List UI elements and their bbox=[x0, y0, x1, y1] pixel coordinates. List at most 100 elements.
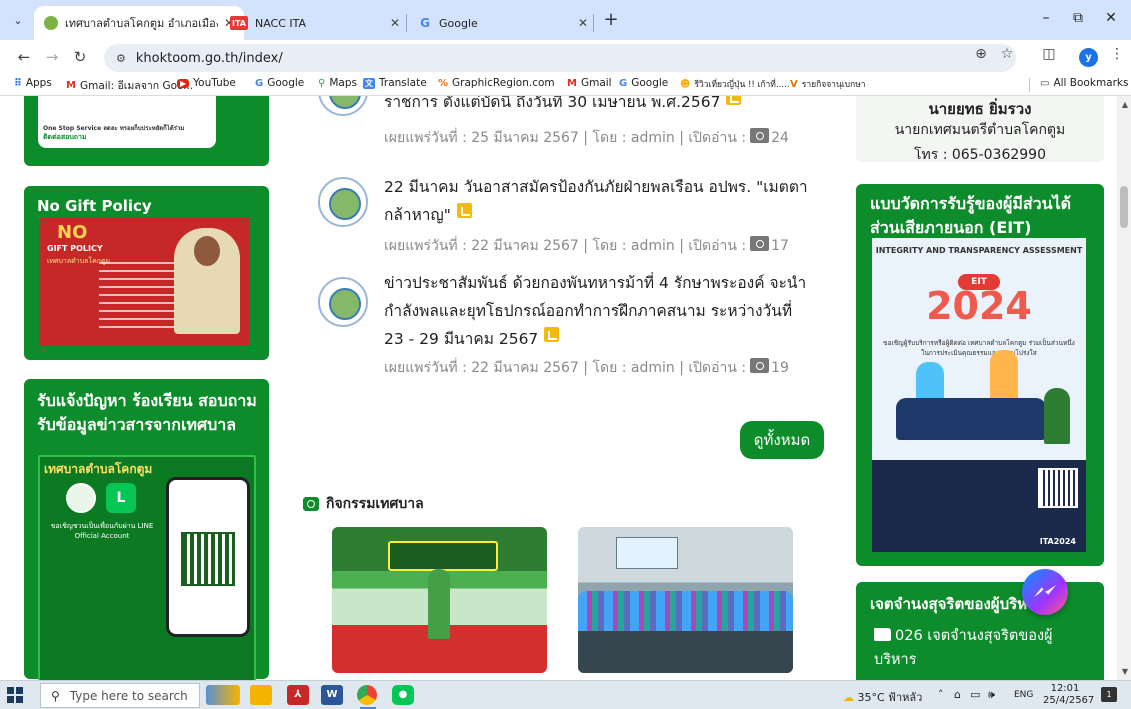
zoom-icon[interactable]: ⊕ bbox=[970, 46, 992, 62]
poster-text-lines bbox=[99, 262, 177, 332]
v-icon: V bbox=[790, 78, 798, 90]
page-scrollbar[interactable]: ▲ ▼ bbox=[1117, 96, 1131, 680]
activity-photo[interactable] bbox=[332, 527, 547, 673]
bookmark-gazette[interactable]: V รายกิจจานุเบกษา bbox=[790, 77, 866, 91]
tab-google[interactable]: G Google ✕ bbox=[408, 6, 598, 40]
clock-date: 25/4/2567 bbox=[1043, 695, 1095, 706]
news-title[interactable]: 22 มีนาคม วันอาสาสมัครป้องกันภัยฝ่ายพลเร… bbox=[384, 173, 814, 229]
hot-news-icon bbox=[456, 203, 472, 218]
tab-search-icon[interactable]: ⌄ bbox=[6, 9, 30, 33]
integrity-intent-link[interactable]: 026 เจตจำนงสุจริตของผู้บริหาร bbox=[874, 624, 1094, 672]
scroll-down-icon[interactable]: ▼ bbox=[1122, 667, 1128, 676]
graphicregion-icon: % bbox=[438, 77, 449, 89]
phone-mockup bbox=[166, 477, 250, 637]
bookmark-maps[interactable]: ⚲ Maps bbox=[318, 77, 357, 89]
bookmark-star-icon[interactable]: ☆ bbox=[996, 46, 1018, 62]
windows-start-icon[interactable] bbox=[7, 687, 23, 703]
scroll-thumb[interactable] bbox=[1120, 186, 1128, 228]
word-icon[interactable]: W bbox=[321, 685, 343, 705]
tab-close-icon[interactable]: ✕ bbox=[578, 16, 588, 30]
google-favicon-icon: G bbox=[420, 16, 430, 30]
weather-widget[interactable]: ☁ 35°C ฟ้าหลัว bbox=[843, 688, 922, 706]
network-icon[interactable]: ⌂ bbox=[954, 688, 961, 701]
bookmark-gmail[interactable]: M Gmail bbox=[567, 77, 612, 89]
maximize-button[interactable]: ⧉ bbox=[1063, 10, 1093, 26]
poster-year: 2024 bbox=[926, 284, 1032, 328]
bookmark-apps[interactable]: ⠿ Apps bbox=[14, 77, 52, 89]
news-widget-icon[interactable] bbox=[206, 685, 240, 705]
profile-avatar[interactable]: y bbox=[1079, 48, 1098, 67]
system-clock[interactable]: 12:01 25/4/2567 bbox=[1043, 683, 1095, 707]
translate-icon: 文 bbox=[363, 77, 375, 89]
windows-taskbar: ⚲ Type here to search ⅄ W ● ☁ 35°C ฟ้าหล… bbox=[0, 680, 1131, 709]
url-text: khoktoom.go.th/index/ bbox=[135, 50, 283, 66]
tab-separator bbox=[593, 14, 594, 32]
google-icon: G bbox=[255, 77, 264, 89]
activity-photo[interactable] bbox=[578, 527, 793, 673]
close-window-button[interactable]: ✕ bbox=[1096, 10, 1126, 26]
site-info-icon[interactable]: ⚙ bbox=[116, 52, 126, 65]
messenger-chat-icon[interactable] bbox=[1022, 569, 1068, 615]
pdf-reader-icon[interactable]: ⅄ bbox=[287, 685, 309, 705]
display-icon[interactable]: ▭ bbox=[970, 688, 980, 701]
news-title[interactable]: ราชการ ตั้งแต่บัดนี้ ถึงวันที่ 30 เมษายน… bbox=[384, 96, 742, 116]
no-gift-policy-poster[interactable]: NO GIFT POLICY เทศบาลตำบลโคกตูม bbox=[39, 218, 250, 346]
camera-icon bbox=[303, 497, 319, 511]
bookmark-gmail-inbox[interactable]: M Gmail: อีเมลจาก Goo... bbox=[66, 77, 193, 94]
poster-no-text: NO bbox=[57, 222, 88, 243]
mayor-info-box: นายยุทธ ยิ่มรวง นายกเทศมนตรีตำบลโคกตูม โ… bbox=[856, 96, 1104, 163]
illustration-plant bbox=[1044, 388, 1070, 444]
browser-menu-icon[interactable]: ⋮ bbox=[1106, 46, 1128, 62]
new-tab-button[interactable]: + bbox=[599, 9, 623, 33]
poster-municipality-title: เทศบาลตำบลโคกตูม bbox=[44, 462, 153, 476]
extensions-icon[interactable]: ◫ bbox=[1038, 46, 1060, 62]
mayor-phone: โทร : 065-0362990 bbox=[913, 147, 1046, 163]
tab-nacc-ita[interactable]: ITA NACC ITA ✕ bbox=[220, 6, 410, 40]
bookmarks-bar: ⠿ Apps M Gmail: อีเมลจาก Goo... ▶ YouTube G… bbox=[0, 74, 1131, 96]
poster-footer-text: ITA2024 bbox=[1039, 537, 1076, 546]
one-stop-service-banner[interactable]: One Stop Service ลดละ ทรอยก็บประหยัดก็ได… bbox=[24, 96, 269, 166]
line-official-poster[interactable]: เทศบาลตำบลโคกตูม L ขอเชิญชวนเป็นเพื่อนกั… bbox=[38, 455, 256, 680]
chrome-icon[interactable] bbox=[357, 685, 377, 709]
taskbar-search-box[interactable]: ⚲ Type here to search bbox=[40, 683, 200, 708]
bookmark-youtube[interactable]: ▶ YouTube bbox=[177, 77, 236, 89]
mayor-portrait bbox=[174, 228, 240, 334]
bookmark-translate[interactable]: 文 Translate bbox=[363, 77, 427, 89]
minimize-button[interactable]: – bbox=[1031, 10, 1061, 26]
emoji-icon: ☻ bbox=[680, 78, 691, 90]
back-icon[interactable]: ← bbox=[14, 47, 34, 67]
tab-title: Google bbox=[439, 16, 478, 30]
line-invite-text: ขอเชิญชวนเป็นเพื่อนกับผ่าน LINE Official… bbox=[50, 522, 154, 540]
ita-2024-poster[interactable]: INTEGRITY AND TRANSPARENCY ASSESSMENT EI… bbox=[872, 238, 1086, 552]
ita-favicon-icon: ITA bbox=[230, 16, 248, 30]
tray-chevron-icon[interactable]: ˄ bbox=[938, 688, 944, 701]
bookmark-google-2[interactable]: G Google bbox=[619, 77, 668, 89]
views-icon bbox=[750, 128, 770, 143]
search-icon: ⚲ bbox=[51, 688, 60, 703]
notification-center-icon[interactable]: 1 bbox=[1101, 687, 1117, 702]
line-app-icon: L bbox=[106, 483, 136, 513]
eit-heading: แบบวัดการรับรู้ของผู้มีส่วนได้ส่วนเสียภา… bbox=[870, 194, 1072, 237]
view-all-button[interactable]: ดูทั้งหมด bbox=[740, 421, 824, 459]
reload-icon[interactable]: ↻ bbox=[70, 47, 90, 67]
scroll-up-icon[interactable]: ▲ bbox=[1122, 100, 1128, 109]
tab-close-icon[interactable]: ✕ bbox=[390, 16, 400, 30]
file-explorer-icon[interactable] bbox=[250, 685, 272, 705]
bookmark-google[interactable]: G Google bbox=[255, 77, 304, 89]
news-title[interactable]: ข่าวประชาสัมพันธ์ ด้วยกองพันทหารม้าที่ 4… bbox=[384, 269, 814, 353]
mayor-position: นายกเทศมนตรีตำบลโคกตูม bbox=[894, 122, 1066, 138]
no-gift-policy-box: No Gift Policy NO GIFT POLICY เทศบาลตำบล… bbox=[24, 186, 269, 360]
language-indicator[interactable]: ENG bbox=[1014, 690, 1033, 700]
tab-separator bbox=[406, 14, 407, 32]
bookmark-japan-review[interactable]: ☻ รีวิวเที่ยวญี่ปุ่น !! เก้าที่..... bbox=[680, 77, 789, 91]
volume-icon[interactable]: 🕪 bbox=[988, 688, 995, 702]
poster-invite-text: ขอเชิญผู้รับบริการหรือผู้ติดต่อ เทศบาลตำ… bbox=[883, 339, 1075, 357]
line-app-icon[interactable]: ● bbox=[392, 685, 414, 705]
address-bar[interactable]: ⚙ khoktoom.go.th/index/ bbox=[104, 44, 1016, 72]
tab-title: NACC ITA bbox=[255, 16, 307, 30]
municipality-seal-icon bbox=[318, 96, 368, 116]
forward-icon[interactable]: → bbox=[42, 47, 62, 67]
all-bookmarks[interactable]: ▭ All Bookmarks bbox=[1040, 77, 1128, 89]
bookmark-graphicregion[interactable]: % GraphicRegion.com bbox=[438, 77, 555, 89]
tab-khoktoom[interactable]: เทศบาลตำบลโคกตูม อำเภอเมืองลพบุ ✕ bbox=[34, 6, 244, 40]
